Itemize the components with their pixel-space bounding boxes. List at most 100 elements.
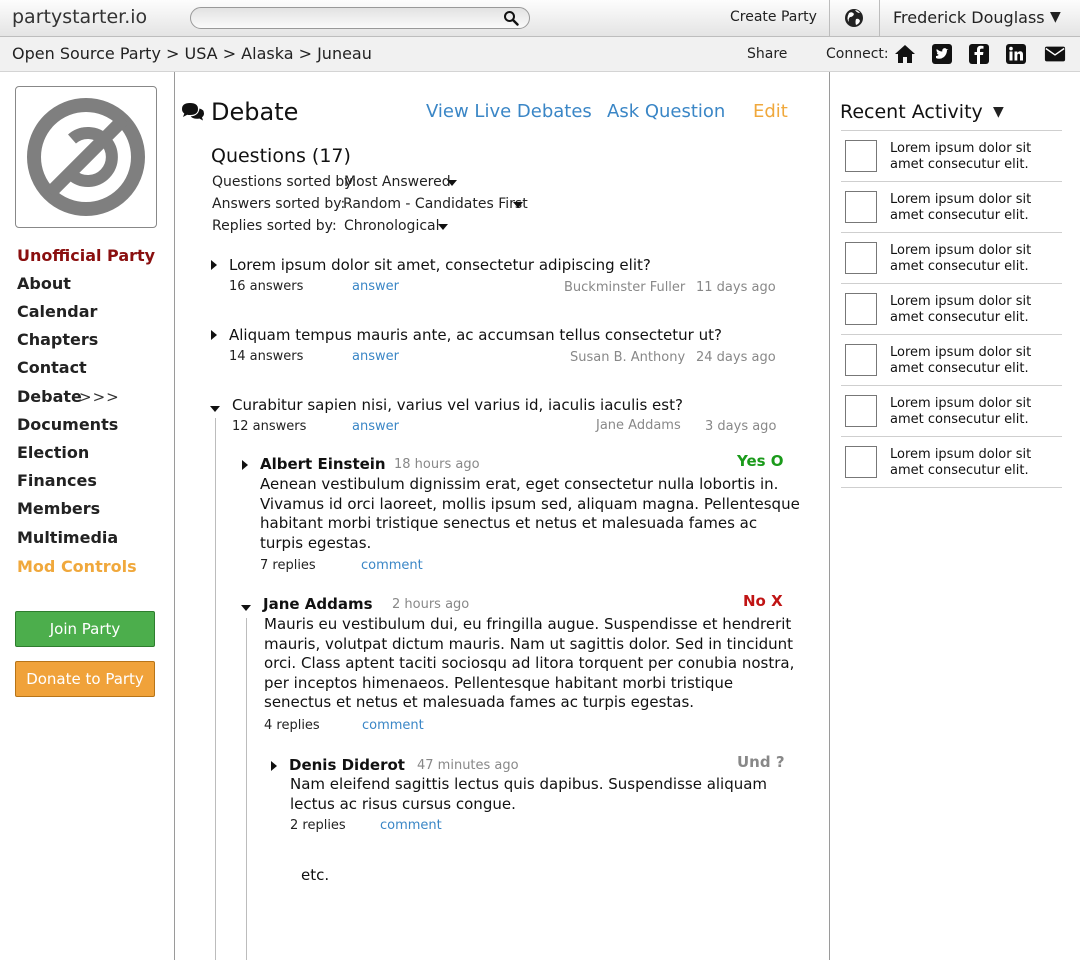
chevron-down-icon[interactable] xyxy=(438,224,448,230)
replies-sort-label: Replies sorted by: xyxy=(212,218,337,234)
sidebar-item-chapters[interactable]: Chapters xyxy=(17,330,98,349)
copyleft-logo xyxy=(27,98,145,216)
divider xyxy=(841,487,1062,488)
chevron-down-icon[interactable]: ▼ xyxy=(1050,9,1061,25)
comment-link[interactable]: comment xyxy=(380,818,442,833)
linkedin-icon[interactable] xyxy=(1005,44,1027,64)
reply-author[interactable]: Denis Diderot xyxy=(289,756,405,774)
expand-icon[interactable] xyxy=(211,260,217,270)
answers-sort-label: Answers sorted by: xyxy=(212,196,346,212)
connect-label: Connect: xyxy=(826,46,889,62)
divider xyxy=(841,130,1062,131)
ask-question-link[interactable]: Ask Question xyxy=(607,101,725,122)
activity-thumbnail[interactable] xyxy=(845,446,877,478)
reply-time: 47 minutes ago xyxy=(417,758,519,773)
answer-link[interactable]: answer xyxy=(352,349,399,364)
divider xyxy=(841,385,1062,386)
question-author[interactable]: Buckminster Fuller xyxy=(564,280,685,295)
answer-body: Aenean vestibulum dignissim erat, eget c… xyxy=(260,475,800,552)
vote-badge: Yes O xyxy=(737,452,784,470)
join-party-button[interactable]: Join Party xyxy=(15,611,155,647)
answer-author[interactable]: Jane Addams xyxy=(263,595,373,613)
answers-sort-select[interactable]: Random - Candidates First xyxy=(343,196,528,212)
user-menu-name[interactable]: Frederick Douglass xyxy=(893,8,1045,27)
sidebar-item-debate[interactable]: Debate xyxy=(17,387,82,406)
answer-link[interactable]: answer xyxy=(352,419,399,434)
sidebar-item-contact[interactable]: Contact xyxy=(17,358,87,377)
activity-item[interactable]: Lorem ipsum dolor sit amet consecutur eli… xyxy=(890,396,1040,428)
reply-count: 4 replies xyxy=(264,718,320,733)
search-icon[interactable] xyxy=(503,10,519,26)
chevron-down-icon[interactable] xyxy=(447,180,457,186)
question-author[interactable]: Jane Addams xyxy=(596,418,681,433)
search-input[interactable] xyxy=(190,7,530,29)
activity-item[interactable]: Lorem ipsum dolor sit amet consecutur eli… xyxy=(890,141,1040,173)
page-title: Debate xyxy=(211,98,299,126)
active-indicator: >>> xyxy=(79,388,120,406)
sidebar-item-finances[interactable]: Finances xyxy=(17,471,97,490)
activity-thumbnail[interactable] xyxy=(845,191,877,223)
question-title[interactable]: Lorem ipsum dolor sit amet, consectetur … xyxy=(229,256,651,274)
question-author[interactable]: Susan B. Anthony xyxy=(570,350,685,365)
questions-sort-select[interactable]: Most Answered xyxy=(344,174,451,190)
answer-count: 16 answers xyxy=(229,279,304,294)
site-logo[interactable]: partystarter.io xyxy=(12,6,147,28)
collapse-icon[interactable] xyxy=(241,605,251,611)
answer-link[interactable]: answer xyxy=(352,279,399,294)
right-column-divider xyxy=(829,72,830,960)
answer-body: Mauris eu vestibulum dui, eu fringilla a… xyxy=(264,615,795,711)
activity-item[interactable]: Lorem ipsum dolor sit amet consecutur eli… xyxy=(890,294,1040,326)
reply-count: 7 replies xyxy=(260,558,316,573)
home-icon[interactable] xyxy=(894,44,916,64)
activity-thumbnail[interactable] xyxy=(845,242,877,274)
activity-item[interactable]: Lorem ipsum dolor sit amet consecutur eli… xyxy=(890,243,1040,275)
divider xyxy=(841,436,1062,437)
facebook-icon[interactable] xyxy=(968,44,990,64)
mail-icon[interactable] xyxy=(1044,44,1066,64)
sidebar-item-mod-controls[interactable]: Mod Controls xyxy=(17,557,137,576)
sidebar-item-unofficial-party[interactable]: Unofficial Party xyxy=(17,246,155,265)
sidebar-item-members[interactable]: Members xyxy=(17,499,100,518)
question-time: 24 days ago xyxy=(696,350,776,365)
answer-count: 12 answers xyxy=(232,419,307,434)
question-title[interactable]: Aliquam tempus mauris ante, ac accumsan … xyxy=(229,326,722,344)
more-placeholder: etc. xyxy=(301,866,330,884)
activity-thumbnail[interactable] xyxy=(845,293,877,325)
collapse-icon[interactable] xyxy=(210,406,220,412)
sidebar-item-about[interactable]: About xyxy=(17,274,71,293)
activity-item[interactable]: Lorem ipsum dolor sit amet consecutur eli… xyxy=(890,345,1040,377)
breadcrumb[interactable]: Open Source Party > USA > Alaska > Junea… xyxy=(12,44,372,63)
expand-icon[interactable] xyxy=(211,330,217,340)
activity-item[interactable]: Lorem ipsum dolor sit amet consecutur eli… xyxy=(890,447,1040,479)
comment-link[interactable]: comment xyxy=(361,558,423,573)
globe-icon[interactable] xyxy=(843,7,865,29)
divider xyxy=(879,0,880,37)
chevron-down-icon[interactable]: ▼ xyxy=(993,104,1004,120)
question-title[interactable]: Curabitur sapien nisi, varius vel varius… xyxy=(232,396,683,414)
edit-link[interactable]: Edit xyxy=(753,101,788,122)
twitter-icon[interactable] xyxy=(931,44,953,64)
replies-sort-select[interactable]: Chronological xyxy=(344,218,440,234)
share-link[interactable]: Share xyxy=(747,46,787,62)
sidebar-item-multimedia[interactable]: Multimedia xyxy=(17,528,118,547)
expand-icon[interactable] xyxy=(271,761,277,771)
divider xyxy=(841,283,1062,284)
sidebar-item-documents[interactable]: Documents xyxy=(17,415,118,434)
comment-link[interactable]: comment xyxy=(362,718,424,733)
activity-thumbnail[interactable] xyxy=(845,395,877,427)
donate-button[interactable]: Donate to Party xyxy=(15,661,155,697)
left-column-divider xyxy=(174,72,175,960)
divider xyxy=(841,334,1062,335)
expand-icon[interactable] xyxy=(242,460,248,470)
sidebar-item-calendar[interactable]: Calendar xyxy=(17,302,97,321)
activity-item[interactable]: Lorem ipsum dolor sit amet consecutur eli… xyxy=(890,192,1040,224)
sidebar-item-election[interactable]: Election xyxy=(17,443,89,462)
recent-activity-title: Recent Activity xyxy=(840,101,983,123)
create-party-link[interactable]: Create Party xyxy=(730,9,817,25)
answer-author[interactable]: Albert Einstein xyxy=(260,455,386,473)
activity-thumbnail[interactable] xyxy=(845,140,877,172)
view-live-debates-link[interactable]: View Live Debates xyxy=(426,101,592,122)
question-time: 3 days ago xyxy=(705,419,777,434)
chevron-down-icon[interactable] xyxy=(513,202,523,208)
activity-thumbnail[interactable] xyxy=(845,344,877,376)
